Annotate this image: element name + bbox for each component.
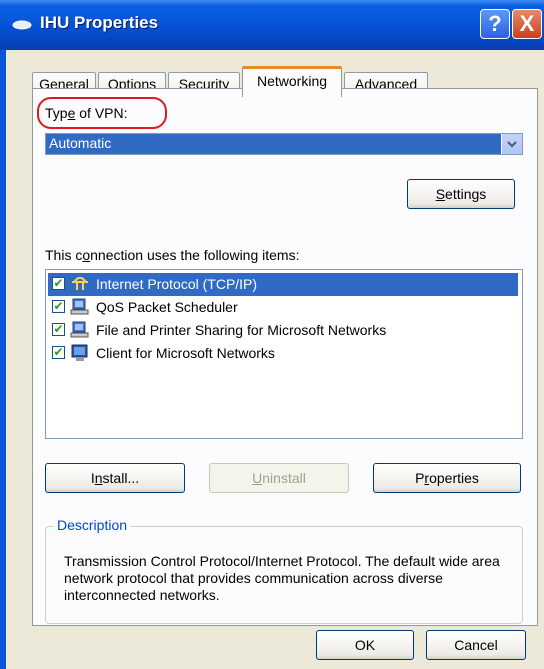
list-item[interactable]: ✔ File and Printer Sharing for Microsoft… <box>48 319 518 342</box>
vpn-type-value: Automatic <box>49 135 112 151</box>
install-button[interactable]: Install... <box>45 463 185 493</box>
properties-button[interactable]: Properties <box>373 463 521 493</box>
list-item[interactable]: ✔ QoS Packet Scheduler <box>48 296 518 319</box>
chevron-down-icon <box>507 141 517 148</box>
title-bar[interactable]: IHU Properties ? X <box>0 0 544 50</box>
network-service-icon <box>70 321 89 338</box>
networking-panel: Type of VPN: Automatic Settings This con… <box>32 88 538 626</box>
list-item-label: Internet Protocol (TCP/IP) <box>96 276 258 292</box>
dropdown-arrow[interactable] <box>501 134 522 154</box>
uninstall-button[interactable]: Uninstall <box>209 463 349 493</box>
cancel-button[interactable]: Cancel <box>426 630 526 660</box>
properties-window: IHU Properties ? X General Options Secur… <box>0 0 544 669</box>
list-item-label: QoS Packet Scheduler <box>96 299 238 315</box>
window-title: IHU Properties <box>40 13 159 32</box>
vpn-type-select[interactable]: Automatic <box>45 133 523 155</box>
tab-networking[interactable]: Networking <box>242 66 342 97</box>
list-item[interactable]: ✔ Internet Protocol (TCP/IP) <box>48 273 518 296</box>
list-item-label: File and Printer Sharing for Microsoft N… <box>96 322 387 338</box>
list-item-label: Client for Microsoft Networks <box>96 345 275 361</box>
connection-icon <box>12 20 32 30</box>
vpn-type-label: Type of VPN: <box>45 105 128 121</box>
close-button[interactable]: X <box>512 9 542 39</box>
description-text: Transmission Control Protocol/Internet P… <box>64 553 500 603</box>
list-item[interactable]: ✔ Client for Microsoft Networks <box>48 342 518 365</box>
ok-button[interactable]: OK <box>316 630 414 660</box>
checkbox[interactable]: ✔ <box>52 346 65 359</box>
components-list[interactable]: ✔ Internet Protocol (TCP/IP) ✔ QoS Packe… <box>45 269 523 439</box>
checkbox[interactable]: ✔ <box>52 323 65 336</box>
dialog-client-area: General Options Security Networking Adva… <box>6 50 544 669</box>
network-service-icon <box>70 298 89 315</box>
help-button[interactable]: ? <box>480 9 510 39</box>
description-title: Description <box>54 517 131 533</box>
protocol-icon <box>72 277 88 290</box>
items-label: This connection uses the following items… <box>45 247 300 263</box>
network-client-icon <box>71 344 88 361</box>
checkbox[interactable]: ✔ <box>52 300 65 313</box>
settings-button[interactable]: Settings <box>407 179 515 209</box>
description-group: Description Transmission Control Protoco… <box>45 517 523 624</box>
checkbox[interactable]: ✔ <box>52 277 65 290</box>
